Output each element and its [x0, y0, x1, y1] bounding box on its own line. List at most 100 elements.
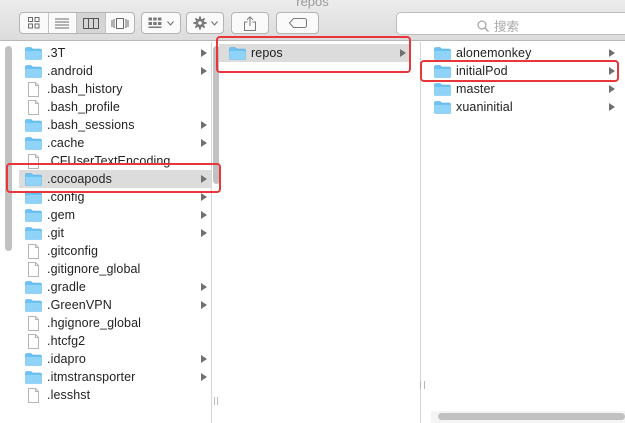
- horizontal-scrollbar[interactable]: [438, 413, 625, 420]
- list-item-label: initialPod: [456, 64, 508, 78]
- folder-icon: [25, 352, 42, 366]
- column-resize-handle[interactable]: [420, 381, 421, 389]
- list-item[interactable]: .gitconfig: [19, 242, 212, 260]
- disclosure-arrow-icon: [201, 283, 207, 291]
- column-view-icon[interactable]: [77, 13, 106, 33]
- document-icon: [25, 387, 42, 403]
- disclosure-arrow-icon: [201, 193, 207, 201]
- list-item[interactable]: .cocoapods: [19, 170, 212, 188]
- list-item-label: .GreenVPN: [47, 298, 112, 312]
- arrange-button[interactable]: [141, 12, 181, 34]
- list-view-icon[interactable]: [49, 13, 77, 33]
- list-item[interactable]: .hgignore_global: [19, 314, 212, 332]
- column-resize-handle[interactable]: [424, 381, 425, 389]
- folder-icon: [434, 100, 451, 114]
- browser-column-home: .3T .android .bash_history .bash_profile .ba…: [19, 42, 212, 423]
- folder-icon: [25, 208, 42, 222]
- column-divider[interactable]: [211, 42, 212, 423]
- folder-icon: [434, 46, 451, 60]
- list-item-label: .gitconfig: [47, 244, 99, 258]
- list-item-label: .htcfg2: [47, 334, 86, 348]
- action-button[interactable]: [186, 12, 224, 34]
- list-item-label: .lesshst: [47, 388, 91, 402]
- search-field[interactable]: 搜索: [396, 12, 625, 35]
- disclosure-arrow-icon: [201, 121, 207, 129]
- folder-icon: [25, 298, 42, 312]
- column-divider[interactable]: [420, 42, 421, 423]
- sidebar-scrollbar[interactable]: [5, 46, 12, 251]
- list-item-label: .git: [47, 226, 65, 240]
- disclosure-arrow-icon: [201, 139, 207, 147]
- tag-icon: [288, 18, 307, 28]
- disclosure-arrow-icon: [609, 49, 615, 57]
- disclosure-arrow-icon: [609, 85, 615, 93]
- list-item-label: xuaninitial: [456, 100, 513, 114]
- column-resize-handle[interactable]: [217, 397, 218, 405]
- list-item-label: .gradle: [47, 280, 86, 294]
- list-item[interactable]: master: [429, 80, 625, 98]
- list-item[interactable]: .GreenVPN: [19, 296, 212, 314]
- folder-icon: [25, 46, 42, 60]
- list-item-label: .gitignore_global: [47, 262, 141, 276]
- list-item[interactable]: .android: [19, 62, 212, 80]
- list-item[interactable]: .gitignore_global: [19, 260, 212, 278]
- list-item[interactable]: .bash_history: [19, 80, 212, 98]
- list-item-label: repos: [251, 46, 283, 60]
- disclosure-arrow-icon: [201, 373, 207, 381]
- list-item-label: .idapro: [47, 352, 86, 366]
- list-item[interactable]: .idapro: [19, 350, 212, 368]
- tag-button[interactable]: [276, 12, 319, 34]
- list-item[interactable]: .gradle: [19, 278, 212, 296]
- folder-icon: [229, 46, 246, 60]
- share-icon: [244, 15, 256, 31]
- coverflow-view-icon[interactable]: [106, 13, 134, 33]
- list-item[interactable]: .gem: [19, 206, 212, 224]
- list-item[interactable]: initialPod: [429, 62, 625, 80]
- list-item-label: .gem: [47, 208, 76, 222]
- list-item[interactable]: alonemonkey: [429, 44, 625, 62]
- list-item[interactable]: .3T: [19, 44, 212, 62]
- list-item[interactable]: .bash_profile: [19, 98, 212, 116]
- list-item-label: .android: [47, 64, 93, 78]
- folder-icon: [25, 118, 42, 132]
- list-item[interactable]: xuaninitial: [429, 98, 625, 116]
- disclosure-arrow-icon: [201, 175, 207, 183]
- list-item[interactable]: repos: [219, 44, 409, 62]
- disclosure-arrow-icon: [201, 49, 207, 57]
- disclosure-arrow-icon: [201, 67, 207, 75]
- list-item[interactable]: .itmstransporter: [19, 368, 212, 386]
- share-button[interactable]: [231, 12, 269, 34]
- list-item-label: .cache: [47, 136, 85, 150]
- folder-icon: [434, 64, 451, 78]
- browser-column-cocoapods: repos: [219, 42, 415, 423]
- disclosure-arrow-icon: [400, 49, 406, 57]
- disclosure-arrow-icon: [609, 103, 615, 111]
- disclosure-arrow-icon: [201, 211, 207, 219]
- list-item[interactable]: .lesshst: [19, 386, 212, 404]
- list-item-label: .config: [47, 190, 85, 204]
- list-item[interactable]: .git: [19, 224, 212, 242]
- chevron-down-icon: [167, 20, 174, 26]
- folder-icon: [25, 190, 42, 204]
- folder-icon: [434, 82, 451, 96]
- chevron-down-icon: [210, 20, 218, 26]
- search-placeholder: 搜索: [494, 20, 520, 34]
- folder-icon: [25, 226, 42, 240]
- view-mode-control: [19, 12, 135, 34]
- document-icon: [25, 261, 42, 277]
- icon-view-icon[interactable]: [20, 13, 49, 33]
- disclosure-arrow-icon: [201, 355, 207, 363]
- toolbar: repos 搜索: [0, 0, 625, 41]
- list-item-label: .hgignore_global: [47, 316, 142, 330]
- list-item[interactable]: .CFUserTextEncoding: [19, 152, 212, 170]
- folder-icon: [25, 64, 42, 78]
- grid-arrange-icon: [148, 17, 162, 29]
- search-icon: [477, 19, 489, 32]
- list-item[interactable]: .bash_sessions: [19, 116, 212, 134]
- document-icon: [25, 153, 42, 169]
- list-item[interactable]: .config: [19, 188, 212, 206]
- column-resize-handle[interactable]: [214, 397, 215, 405]
- list-item[interactable]: .htcfg2: [19, 332, 212, 350]
- document-icon: [25, 243, 42, 259]
- list-item[interactable]: .cache: [19, 134, 212, 152]
